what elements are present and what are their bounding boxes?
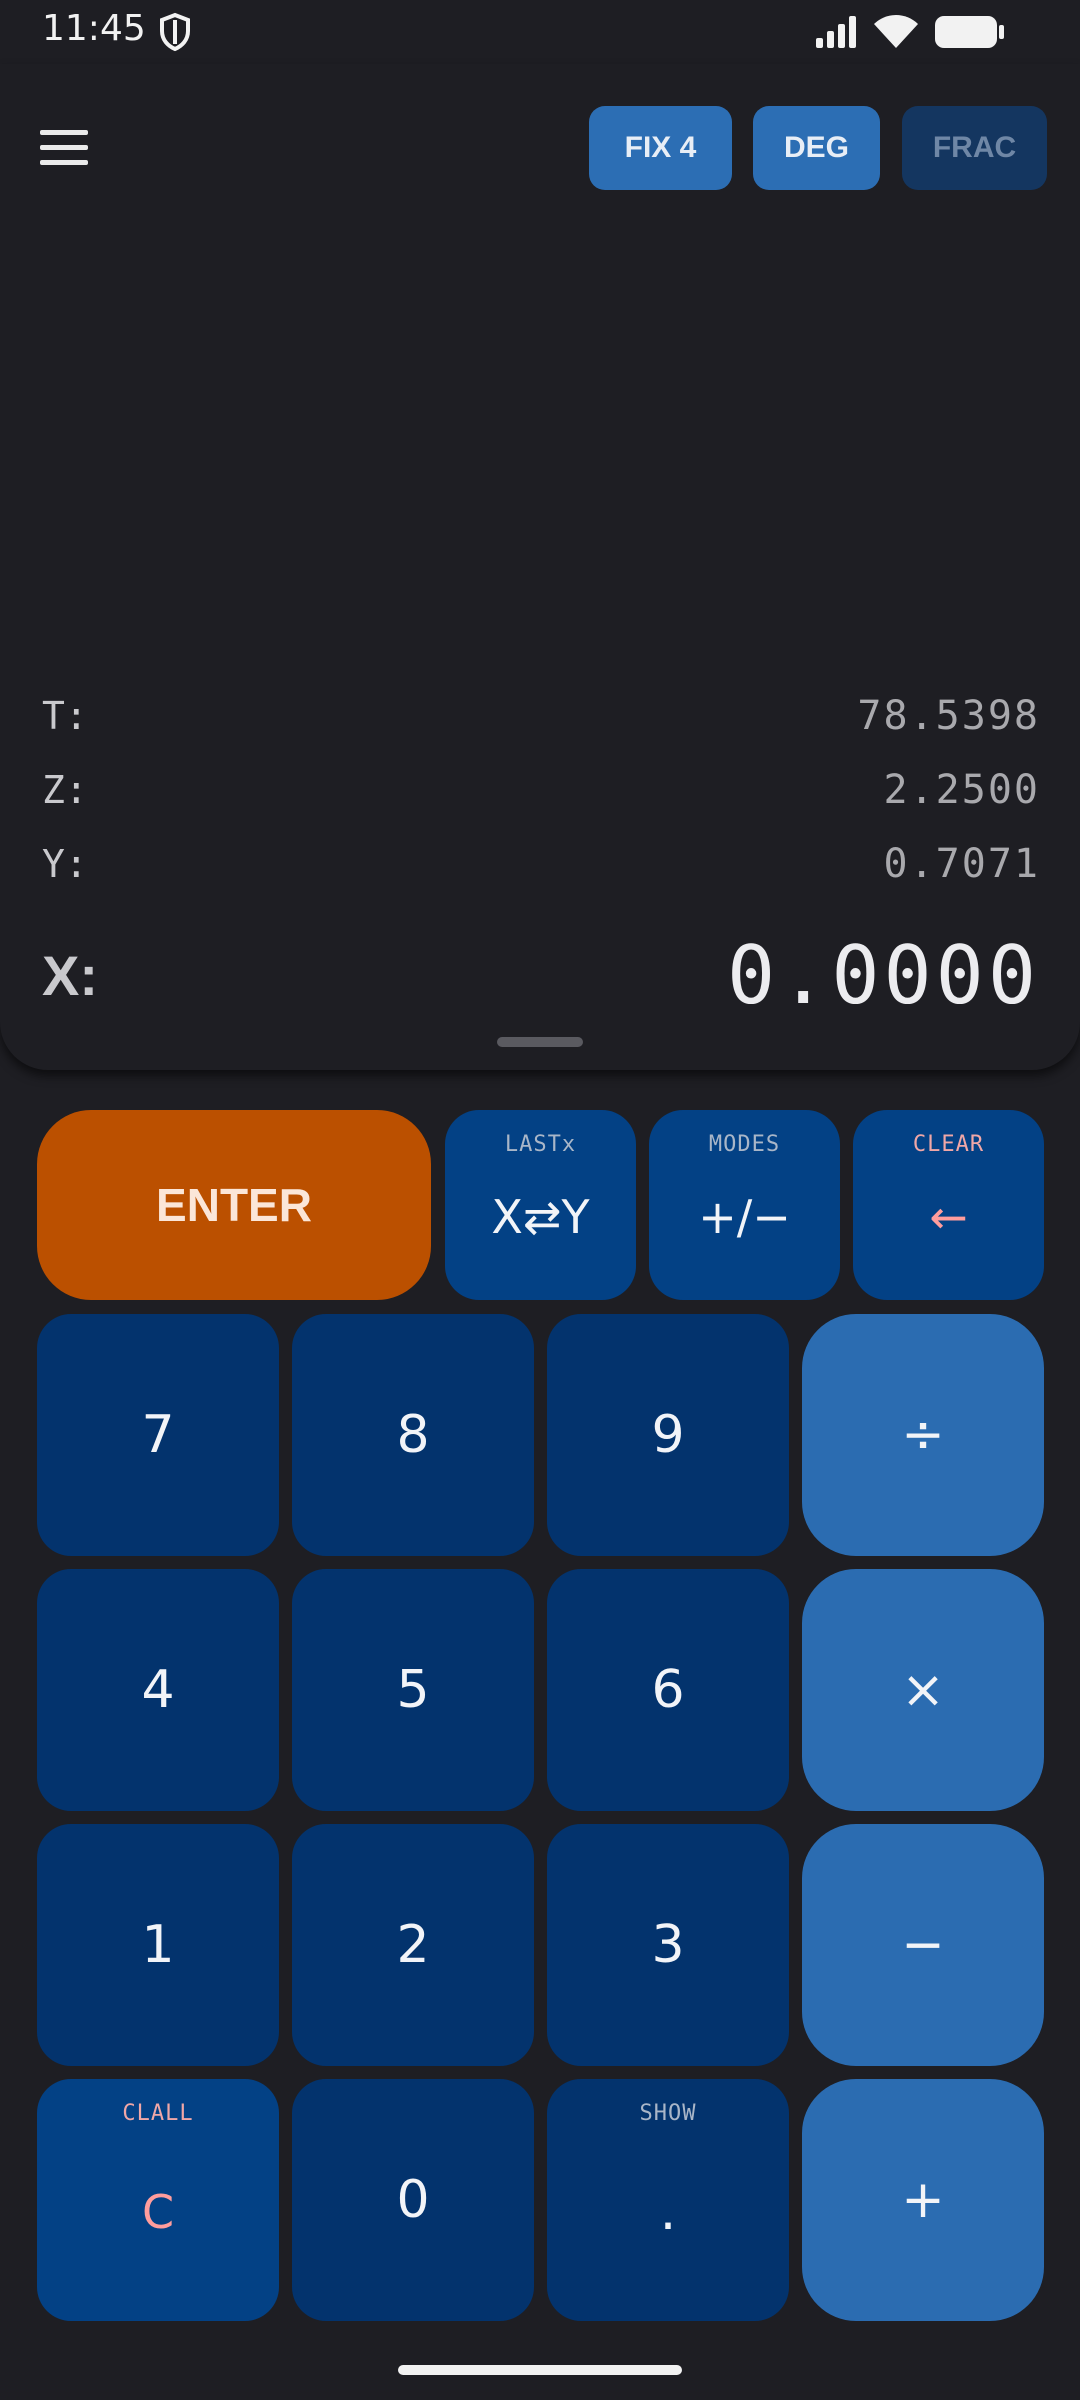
digit-label: 5 [396, 1660, 430, 1720]
battery-icon [935, 16, 1004, 48]
multiply-key[interactable]: × [802, 1569, 1044, 1811]
digit-label: 8 [396, 1405, 430, 1465]
clear-x-key[interactable]: CLALL C [37, 2079, 279, 2321]
subtract-key[interactable]: − [802, 1824, 1044, 2066]
digit-label: 9 [651, 1405, 685, 1465]
digit-label: 2 [396, 1915, 430, 1975]
digit-7-key[interactable]: 7 [37, 1314, 279, 1556]
digit-3-key[interactable]: 3 [547, 1824, 789, 2066]
backspace-icon: ← [929, 1190, 968, 1244]
stack-value-z: 2.2500 [883, 767, 1040, 813]
digit-4-key[interactable]: 4 [37, 1569, 279, 1811]
digit-9-key[interactable]: 9 [547, 1314, 789, 1556]
stack-row-y: Y: 0.7071 [42, 828, 1040, 900]
change-sign-key[interactable]: MODES +/− [649, 1110, 840, 1300]
clear-label: CLEAR [912, 1132, 985, 1157]
status-time: 11:45 [42, 8, 146, 49]
shield-icon [160, 12, 190, 52]
frac-mode-button[interactable]: FRAC [902, 106, 1047, 190]
digit-label: 6 [651, 1660, 685, 1720]
stack-label-z: Z: [42, 768, 88, 812]
stack-label-x: X: [42, 943, 98, 1007]
enter-key-label: ENTER [156, 1179, 312, 1231]
digit-label: 3 [651, 1915, 685, 1975]
swap-xy-key[interactable]: LASTx X⇄Y [445, 1110, 636, 1300]
fix-mode-button[interactable]: FIX 4 [589, 106, 732, 190]
stack-value-t: 78.5398 [857, 693, 1040, 739]
digit-label: 1 [141, 1915, 175, 1975]
home-indicator[interactable] [398, 2365, 682, 2375]
digit-6-key[interactable]: 6 [547, 1569, 789, 1811]
clear-x-label: C [141, 2185, 175, 2239]
signal-icon [816, 16, 856, 48]
decimal-point-key[interactable]: SHOW . [547, 2079, 789, 2321]
digit-label: 4 [141, 1660, 175, 1720]
add-key[interactable]: + [802, 2079, 1044, 2321]
decimal-point-label: . [659, 2182, 677, 2242]
lastx-label: LASTx [504, 1132, 577, 1157]
multiply-icon: × [901, 1660, 945, 1720]
digit-label: 7 [141, 1405, 175, 1465]
panel-drag-handle[interactable] [497, 1037, 583, 1047]
stack-value-x: 0.0000 [727, 928, 1040, 1022]
change-sign-label: +/− [698, 1190, 791, 1244]
clall-label: CLALL [122, 2101, 194, 2126]
minus-icon: − [901, 1915, 945, 1975]
divide-icon: ÷ [901, 1405, 945, 1465]
stack-row-x: X: 0.0000 [42, 920, 1040, 1030]
digit-label: 0 [396, 2170, 430, 2230]
angle-mode-button[interactable]: DEG [753, 106, 880, 190]
digit-5-key[interactable]: 5 [292, 1569, 534, 1811]
modes-label: MODES [708, 1132, 781, 1157]
plus-icon: + [901, 2170, 945, 2230]
digit-1-key[interactable]: 1 [37, 1824, 279, 2066]
digit-8-key[interactable]: 8 [292, 1314, 534, 1556]
show-label: SHOW [639, 2101, 697, 2126]
swap-xy-label: X⇄Y [491, 1190, 590, 1244]
stack-value-y: 0.7071 [883, 841, 1040, 887]
stack-label-y: Y: [42, 842, 88, 886]
stack-row-z: Z: 2.2500 [42, 754, 1040, 826]
divide-key[interactable]: ÷ [802, 1314, 1044, 1556]
status-bar: 11:45 [0, 0, 1080, 64]
digit-0-key[interactable]: 0 [292, 2079, 534, 2321]
wifi-icon [874, 15, 918, 48]
enter-key[interactable]: ENTER [37, 1110, 431, 1300]
stack-row-t: T: 78.5398 [42, 680, 1040, 752]
stack-label-t: T: [42, 694, 88, 738]
hamburger-menu-icon[interactable] [40, 130, 88, 166]
digit-2-key[interactable]: 2 [292, 1824, 534, 2066]
backspace-key[interactable]: CLEAR ← [853, 1110, 1044, 1300]
